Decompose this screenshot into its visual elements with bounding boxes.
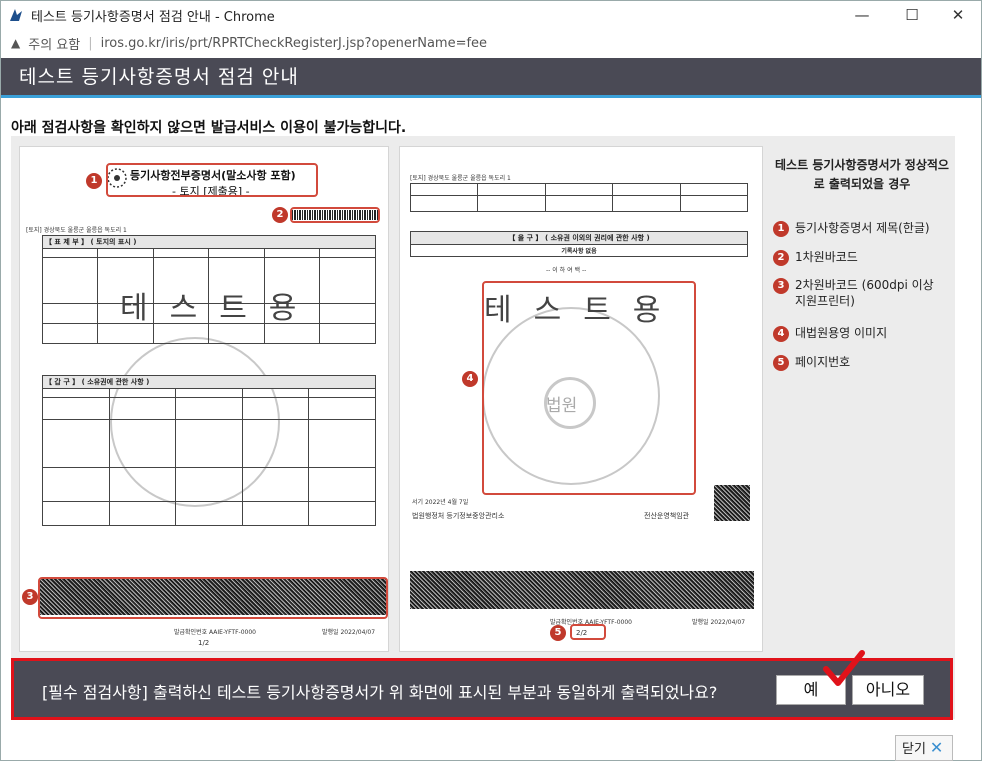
eulgu-table: 【 을 구 】 ( 소유권 이외의 권리에 관한 사항 ) 기록사항 없음	[410, 231, 748, 257]
legend-item: 3 2차원바코드 (600dpi 이상 지원프린터)	[773, 277, 943, 309]
warning-icon[interactable]: ▲	[11, 36, 20, 50]
test-watermark: 테스트용	[120, 291, 319, 326]
legend-badge: 1	[773, 221, 789, 237]
url-text[interactable]: iros.go.kr/iris/prt/RPRTCheckRegisterJ.j…	[101, 36, 487, 51]
no-record-text: 기록사항 없음	[410, 244, 748, 257]
security-label[interactable]: 주의 요함	[28, 34, 80, 53]
legend-badge: 5	[773, 355, 789, 371]
notice-text: 아래 점검사항을 확인하지 않으면 발급서비스 이용이 불가능합니다.	[11, 120, 407, 136]
marker-title	[106, 163, 318, 197]
section-title: 【 갑 구 】 ( 소유권에 관한 사항 )	[42, 375, 376, 389]
confirm-question: [필수 점검사항] 출력하신 테스트 등기사항증명서가 위 화면에 표시된 부분…	[42, 683, 718, 702]
sample-document-page-2: [토지] 경상북도 울릉군 울릉읍 독도리 1 【 을 구 】 ( 소유권 이외…	[399, 146, 763, 652]
legend-item: 4 대법원용영 이미지	[773, 325, 887, 342]
legend-badge: 2	[773, 250, 789, 266]
window-title: 테스트 등기사항증명서 점검 안내 - Chrome	[31, 9, 275, 25]
sample-document-page-1: 등기사항전부증명서(말소사항 포함) - 토지 [제출용] - [토지] 경상북…	[19, 146, 389, 652]
legend-label: 1차원바코드	[795, 250, 858, 264]
close-button[interactable]: 닫기 ✕	[895, 735, 953, 761]
title-bar: 테스트 등기사항증명서 점검 안내 - Chrome — ☐ ✕	[1, 1, 981, 29]
legend-badge: 4	[773, 326, 789, 342]
legend-item: 1 등기사항증명서 제목(한글)	[773, 220, 930, 237]
doc-address: [토지] 경상북도 울릉군 울릉읍 독도리 1	[410, 175, 511, 182]
page-title: 테스트 등기사항증명서 점검 안내	[19, 66, 299, 88]
marker-badge-2: 2	[272, 207, 288, 223]
legend-label: 페이지번호	[795, 355, 851, 369]
doc-date: 발행일 2022/04/07	[322, 629, 376, 636]
marker-badge-3: 3	[22, 589, 38, 605]
page-number: 1/2	[198, 639, 210, 647]
doc-issue-no: 발급확인번호 AAIE-YFTF-0000	[174, 629, 256, 636]
browser-window: 테스트 등기사항증명서 점검 안내 - Chrome — ☐ ✕ ▲ 주의 요함…	[0, 0, 982, 761]
gapgu-continuation-table	[409, 183, 749, 212]
legend-label: 등기사항증명서 제목(한글)	[795, 221, 930, 235]
marker-barcode2	[38, 577, 388, 619]
checkpoint-legend: 테스트 등기사항증명서가 정상적으로 출력되었을 경우 1 등기사항증명서 제목…	[773, 156, 951, 371]
marker-page-number	[570, 624, 606, 640]
confirm-bar: [필수 점검사항] 출력하신 테스트 등기사항증명서가 위 화면에 표시된 부분…	[11, 650, 953, 720]
section-title: 【 을 구 】 ( 소유권 이외의 권리에 관한 사항 )	[410, 231, 748, 245]
marker-emblem	[482, 281, 696, 495]
doc-date: 발행일 2022/04/07	[692, 619, 746, 626]
legend-title: 테스트 등기사항증명서가 정상적으로 출력되었을 경우	[775, 158, 949, 191]
url-separator: |	[88, 35, 93, 51]
legend-item: 5 페이지번호	[773, 354, 850, 371]
office-name: 법원행정처 등기정보중앙관리소	[412, 512, 505, 520]
section-title: 【 표 제 부 】 ( 토지의 표시 )	[42, 235, 376, 249]
legend-label: 대법원용영 이미지	[795, 326, 888, 340]
legend-badge: 3	[773, 278, 789, 294]
checkmark-icon	[823, 650, 865, 686]
officer-title: 전산운영책임관	[644, 512, 690, 520]
marker-badge-5: 5	[550, 625, 566, 641]
legend-label: 2차원바코드 (600dpi 이상 지원프린터)	[795, 278, 934, 308]
two-dimensional-barcode	[410, 571, 754, 609]
doc-address: [토지] 경상북도 울릉군 울릉읍 독도리 1	[26, 227, 127, 234]
close-icon: ✕	[929, 738, 944, 757]
date-line: 서기 2022년 4월 7일	[412, 499, 469, 506]
legend-item: 2 1차원바코드	[773, 249, 858, 266]
marker-badge-1: 1	[86, 173, 102, 189]
minimize-button[interactable]: —	[839, 1, 885, 29]
qr-code	[714, 485, 750, 521]
page-header: 테스트 등기사항증명서 점검 안내	[1, 58, 981, 98]
close-window-button[interactable]: ✕	[935, 1, 981, 29]
marker-badge-4: 4	[462, 371, 478, 387]
end-mark: -- 이 하 여 백 --	[546, 267, 587, 274]
marker-barcode1	[290, 207, 380, 223]
close-label: 닫기	[902, 742, 926, 757]
gapgu-table: 【 갑 구 】 ( 소유권에 관한 사항 )	[42, 375, 376, 526]
preview-panel: 등기사항전부증명서(말소사항 포함) - 토지 [제출용] - [토지] 경상북…	[11, 136, 955, 719]
maximize-button[interactable]: ☐	[889, 1, 935, 29]
site-logo-icon	[10, 9, 22, 21]
address-bar[interactable]: ▲ 주의 요함 | iros.go.kr/iris/prt/RPRTCheckR…	[1, 29, 981, 57]
